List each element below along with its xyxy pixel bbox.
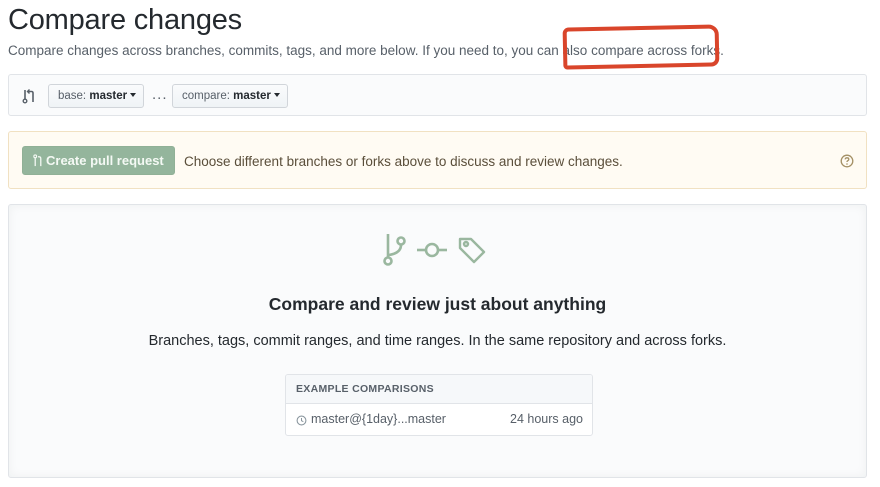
subtitle-text: Compare changes across branches, commits… xyxy=(8,43,592,58)
range-editor: base: master ... compare: master xyxy=(8,74,867,116)
blankslate: Compare and review just about anything B… xyxy=(8,204,867,478)
caret-down-icon xyxy=(130,93,137,97)
question-icon[interactable] xyxy=(840,154,854,168)
git-compare-icon xyxy=(22,89,34,104)
example-range[interactable]: master@{1day}...master xyxy=(311,412,446,426)
git-branch-icon xyxy=(383,234,406,266)
blankslate-description: Branches, tags, commit ranges, and time … xyxy=(148,333,727,349)
base-branch-name: master xyxy=(89,90,128,102)
compare-branch-name: master xyxy=(233,90,271,102)
flash-message: Choose different branches or forks above… xyxy=(184,154,623,169)
history-icon xyxy=(296,415,307,426)
example-comparison-item[interactable]: master@{1day}...master 24 hours ago xyxy=(286,404,592,435)
hero-icons xyxy=(383,234,486,266)
create-pull-request-button[interactable]: Create pull request xyxy=(22,146,175,175)
compare-prefix: compare: xyxy=(182,90,230,102)
blankslate-title: Compare and review just about anything xyxy=(268,294,607,314)
flash-notice: Create pull request Choose different bra… xyxy=(8,131,867,189)
tag-icon xyxy=(458,237,486,264)
range-separator: ... xyxy=(152,86,168,103)
example-comparisons-header: EXAMPLE COMPARISONS xyxy=(286,375,592,404)
page-title: Compare changes xyxy=(8,4,242,36)
caret-down-icon xyxy=(273,93,280,97)
base-branch-select[interactable]: base: master xyxy=(48,84,144,108)
highlight-annotation xyxy=(562,24,720,70)
create-pull-request-label: Create pull request xyxy=(46,153,164,168)
compare-branch-select[interactable]: compare: master xyxy=(172,84,288,108)
git-pull-request-icon xyxy=(33,154,42,167)
base-prefix: base: xyxy=(58,90,87,102)
example-comparisons: EXAMPLE COMPARISONS master@{1day}...mast… xyxy=(285,374,593,436)
git-commit-icon xyxy=(417,242,447,258)
example-time: 24 hours ago xyxy=(510,412,583,426)
subtitle-period: . xyxy=(720,43,724,58)
